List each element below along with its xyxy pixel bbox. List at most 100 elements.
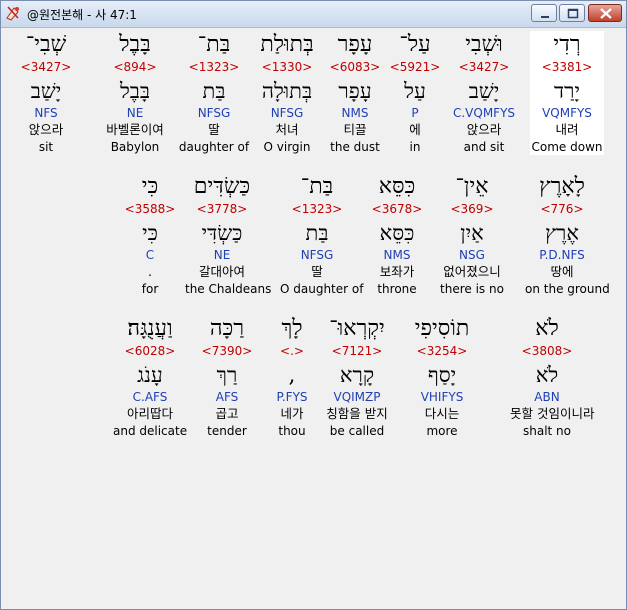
minimize-icon xyxy=(541,16,549,18)
korean-gloss: 바벨론이여 xyxy=(106,122,164,137)
korean-gloss: 앉으라 xyxy=(466,122,502,137)
strong-number: <3678> xyxy=(371,202,423,216)
lexical-form: קָרָא xyxy=(339,363,375,387)
word-block[interactable]: כַּשְׂדִּים <3778> כַּשְׂדִּי NE 갈대아여 the Cha… xyxy=(185,173,272,297)
morphology-code: VQIMZP xyxy=(333,390,381,404)
morphology-code: NFSG xyxy=(197,106,231,120)
morphology-code: NFSG xyxy=(270,106,304,120)
word-block[interactable]: לָאָרֶץ <776> אֶרֶץ P.D.NFS 땅에 on the ground xyxy=(525,173,610,297)
korean-gloss: 앉으라 xyxy=(28,122,64,137)
title-bar[interactable]: @원전본해 - 사 47:1 xyxy=(1,1,626,28)
strong-number: <776> xyxy=(540,202,584,216)
word-block[interactable]: אֵין־ <369> אַיִן NSG 없어졌으니 there is no xyxy=(435,173,509,297)
hebrew-word[interactable]: וַעֲנֻגָּה׃ xyxy=(113,315,187,343)
lexical-form: כִּי xyxy=(142,221,158,245)
english-gloss: O virgin xyxy=(263,140,311,154)
hebrew-word[interactable]: וּשְׁבִי xyxy=(447,31,521,59)
hebrew-word[interactable]: רַכָּה xyxy=(190,315,264,343)
morphology-code: NFSG xyxy=(300,248,334,262)
hebrew-word[interactable]: בַּת־ xyxy=(280,173,354,201)
lexical-form: בָּבֶל xyxy=(119,79,151,103)
strong-number: <3254> xyxy=(416,344,468,358)
english-gloss: shalt no xyxy=(522,424,571,438)
english-gloss: be called xyxy=(329,424,385,438)
english-gloss: throne xyxy=(377,282,417,296)
lexical-form: בְּתוּלָה xyxy=(261,79,313,103)
korean-gloss: 칭함을 받지 xyxy=(326,406,388,421)
morphology-code: NMS xyxy=(383,248,411,262)
word-block[interactable]: כִּסֵּא <3678> כִּסֵּא NMS 보좌가 throne xyxy=(360,173,434,297)
maximize-button[interactable] xyxy=(559,4,585,22)
english-gloss: Come down xyxy=(531,140,603,154)
lexical-form: יָשַׁב xyxy=(30,79,62,103)
english-gloss: and delicate xyxy=(113,424,188,438)
english-gloss: for xyxy=(141,282,159,296)
word-block[interactable]: שְׁבִי־ <3427> יָשַׁב NFS 앉으라 sit xyxy=(9,31,83,155)
korean-gloss: 없어졌으니 xyxy=(443,264,501,279)
hebrew-word[interactable]: בָּבֶל xyxy=(98,31,172,59)
korean-gloss: 네가 xyxy=(280,406,304,421)
lexical-form: בַּת xyxy=(305,221,329,245)
strong-number: <1323> xyxy=(291,202,343,216)
korean-gloss: 땅에 xyxy=(550,264,574,279)
word-block[interactable]: וּשְׁבִי <3427> יָשַׁב C.VQMFYS 앉으라 and sit xyxy=(447,31,521,155)
word-block[interactable]: רַכָּה <7390> רַךְ AFS 곱고 tender xyxy=(190,315,264,439)
hebrew-word[interactable]: לָאָרֶץ xyxy=(525,173,599,201)
korean-gloss: 처녀 xyxy=(275,122,299,137)
word-block[interactable]: יִקְרְאוּ־ <7121> קָרָא VQIMZP 칭함을 받지 be call… xyxy=(320,315,394,439)
hebrew-word[interactable]: כִּסֵּא xyxy=(360,173,434,201)
strong-number: <7390> xyxy=(201,344,253,358)
word-block[interactable]: לֹא <3808> לֹא ABN 못할 것임이니라 shalt no xyxy=(510,315,594,439)
minimize-button[interactable] xyxy=(531,4,557,22)
lexical-form: יָרַד xyxy=(554,79,580,103)
hebrew-word[interactable]: לָךְ xyxy=(255,315,329,343)
word-block[interactable]: כִּי <3588> כִּי C. for xyxy=(113,173,187,297)
lexical-form: לֹא xyxy=(535,363,559,387)
hebrew-word[interactable]: תוֹסִיפִי xyxy=(405,315,479,343)
strong-number: <.> xyxy=(280,344,304,358)
lexical-form: יָשַׁב xyxy=(468,79,500,103)
hebrew-word[interactable]: שְׁבִי־ xyxy=(9,31,83,59)
english-gloss: on the ground xyxy=(525,282,610,296)
english-gloss: more xyxy=(426,424,458,438)
hebrew-word[interactable]: רְדִי xyxy=(530,31,604,59)
korean-gloss: 아리땁다 xyxy=(126,406,173,421)
english-gloss: the dust xyxy=(330,140,380,154)
word-block[interactable]: בַּת־ <1323> בַּת NFSG 딸 daughter of xyxy=(177,31,251,155)
strong-number: <1330> xyxy=(261,60,313,74)
app-icon xyxy=(5,5,21,21)
morphology-code: C xyxy=(145,248,155,262)
word-block[interactable]: בְּתוּלַת <1330> בְּתוּלָה NFSG 처녀 O virgin xyxy=(250,31,324,155)
hebrew-word[interactable]: עָפָר xyxy=(318,31,392,59)
close-button[interactable] xyxy=(588,4,622,22)
word-block[interactable]: וַעֲנֻגָּה׃ <6028> עָנֹג C.AFS 아리땁다 and delic… xyxy=(113,315,187,439)
hebrew-word[interactable]: בְּתוּלַת xyxy=(250,31,324,59)
lexical-form: כַּשְׂדִּי xyxy=(201,221,243,245)
morphology-code: AFS xyxy=(215,390,239,404)
hebrew-word[interactable]: בַּת־ xyxy=(177,31,251,59)
word-block[interactable]: בַּת־ <1323> בַּת NFSG 딸 O daughter of xyxy=(280,173,363,297)
hebrew-word[interactable]: כַּשְׂדִּים xyxy=(185,173,259,201)
morphology-code: P.D.NFS xyxy=(539,248,585,262)
morphology-code: VQMFYS xyxy=(542,106,592,120)
lexical-form: כִּסֵּא xyxy=(379,221,415,245)
word-block[interactable]: רְדִי <3381> יָרַד VQMFYS 내려 Come down xyxy=(530,31,604,155)
hebrew-word[interactable]: כִּי xyxy=(113,173,187,201)
strong-number: <7121> xyxy=(331,344,383,358)
word-block[interactable]: תוֹסִיפִי <3254> יָסַף VHIFYS 다시는 more xyxy=(405,315,479,439)
korean-gloss: 곱고 xyxy=(215,406,239,421)
korean-gloss: 티끌 xyxy=(343,122,367,137)
english-gloss: the Chaldeans xyxy=(185,282,272,296)
strong-number: <3808> xyxy=(521,344,573,358)
hebrew-word[interactable]: אֵין־ xyxy=(435,173,509,201)
word-block[interactable]: בָּבֶל <894> בָּבֶל NE 바벨론이여 Babylon xyxy=(98,31,172,155)
hebrew-word[interactable]: יִקְרְאוּ־ xyxy=(320,315,394,343)
word-block[interactable]: לָךְ <.>, P.FYS 네가 thou xyxy=(255,315,329,439)
maximize-icon xyxy=(567,8,579,19)
hebrew-word[interactable]: לֹא xyxy=(510,315,584,343)
strong-number: <3778> xyxy=(196,202,248,216)
word-block[interactable]: עָפָר <6083> עָפָר NMS 티끌 the dust xyxy=(318,31,392,155)
scrollbar-area xyxy=(611,28,625,606)
strong-number: <1323> xyxy=(188,60,240,74)
korean-gloss: . xyxy=(148,264,152,279)
